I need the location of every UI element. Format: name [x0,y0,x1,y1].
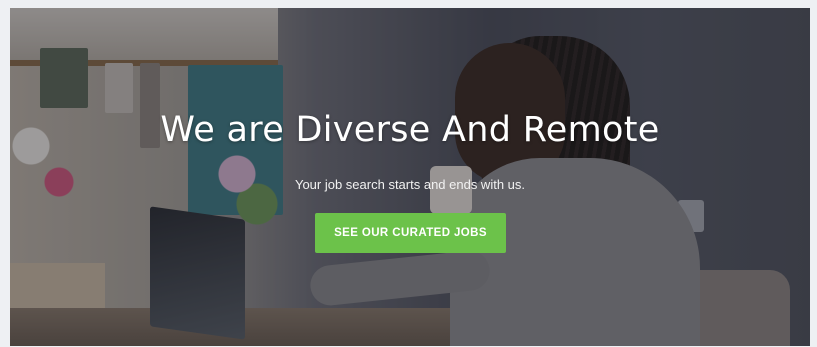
hero-banner: We are Diverse And Remote Your job searc… [10,8,810,346]
hero-title: We are Diverse And Remote [160,110,660,150]
hero-content: We are Diverse And Remote Your job searc… [10,8,810,346]
hero-subtitle: Your job search starts and ends with us. [294,177,526,192]
see-curated-jobs-button[interactable]: SEE OUR CURATED JOBS [315,213,506,253]
